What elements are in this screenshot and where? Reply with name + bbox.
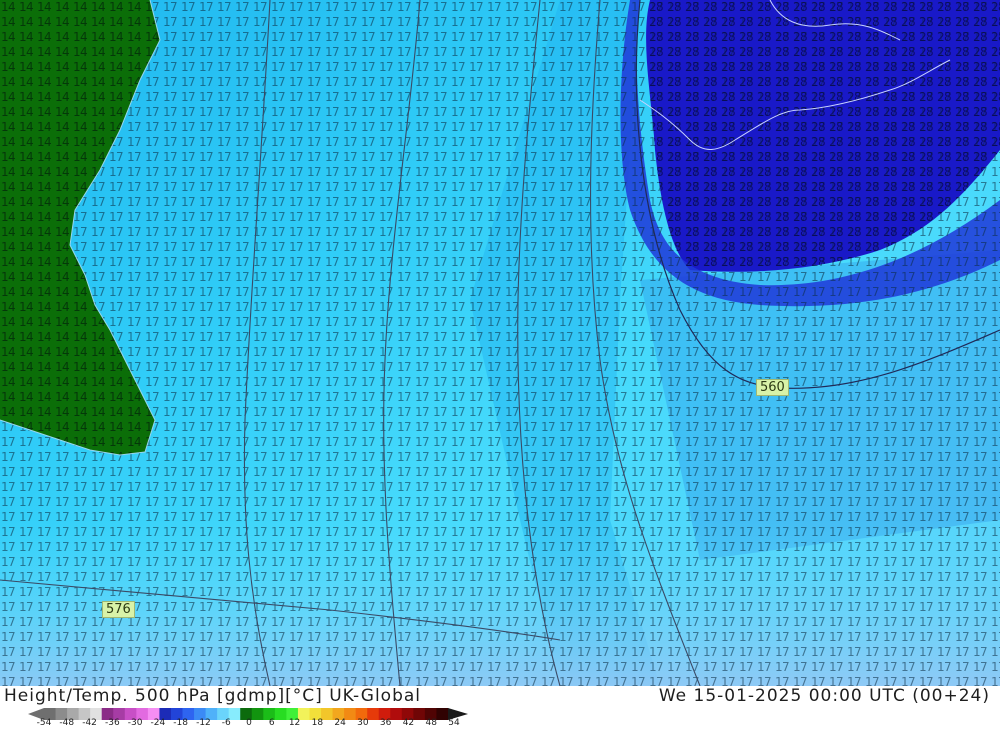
legend-tick-label: -42 [82,718,97,728]
legend-swatch [274,708,287,720]
legend-tick-label: -30 [127,718,143,728]
legend-tick-label: -36 [104,718,120,728]
legend-swatch [251,708,264,720]
legend-tick-label: 24 [334,718,346,728]
legend-tick-label: 48 [425,718,437,728]
contour-label-576: 576 [102,601,135,618]
legend-tick-label: 54 [448,718,460,728]
legend-swatch [344,708,357,720]
legend-tick-label: -24 [150,718,166,728]
legend-tick-label: 30 [357,718,369,728]
legend-swatch [436,708,449,720]
weather-map[interactable]: 1 7 1 4 2 8 [0,0,1000,686]
color-legend: -54 -48 -42 -36 -30 -24 -18 -12 -6 0 6 12 18 24 30 36 42… [28,706,468,732]
legend-tick-label: -48 [59,718,75,728]
contour-label-560: 560 [756,379,789,396]
legend-swatch [413,708,426,720]
legend-tick-label: 12 [288,718,301,728]
map-title: Height/Temp. 500 hPa [gdmp][°C] UK-Globa… [4,686,422,706]
legend-tick-label: -54 [36,718,52,728]
map-canvas: 1 7 1 4 2 8 [0,0,1000,686]
valid-time: We 15-01-2025 00:00 UTC (00+24) [658,686,990,706]
legend-tick-label: 18 [311,718,324,728]
legend-tick-label: -12 [196,718,211,728]
legend-tick-label: 42 [402,718,415,728]
footer-bar: Height/Temp. 500 hPa [gdmp][°C] UK-Globa… [0,686,1000,733]
legend-swatch [367,708,380,720]
legend-tick-label: -6 [221,718,231,728]
legend-tick-label: 0 [246,718,252,728]
legend-tick-label: -18 [173,718,189,728]
legend-swatch [390,708,403,720]
legend-tick-label: 6 [268,718,275,728]
legend-tick-label: 36 [379,718,392,728]
